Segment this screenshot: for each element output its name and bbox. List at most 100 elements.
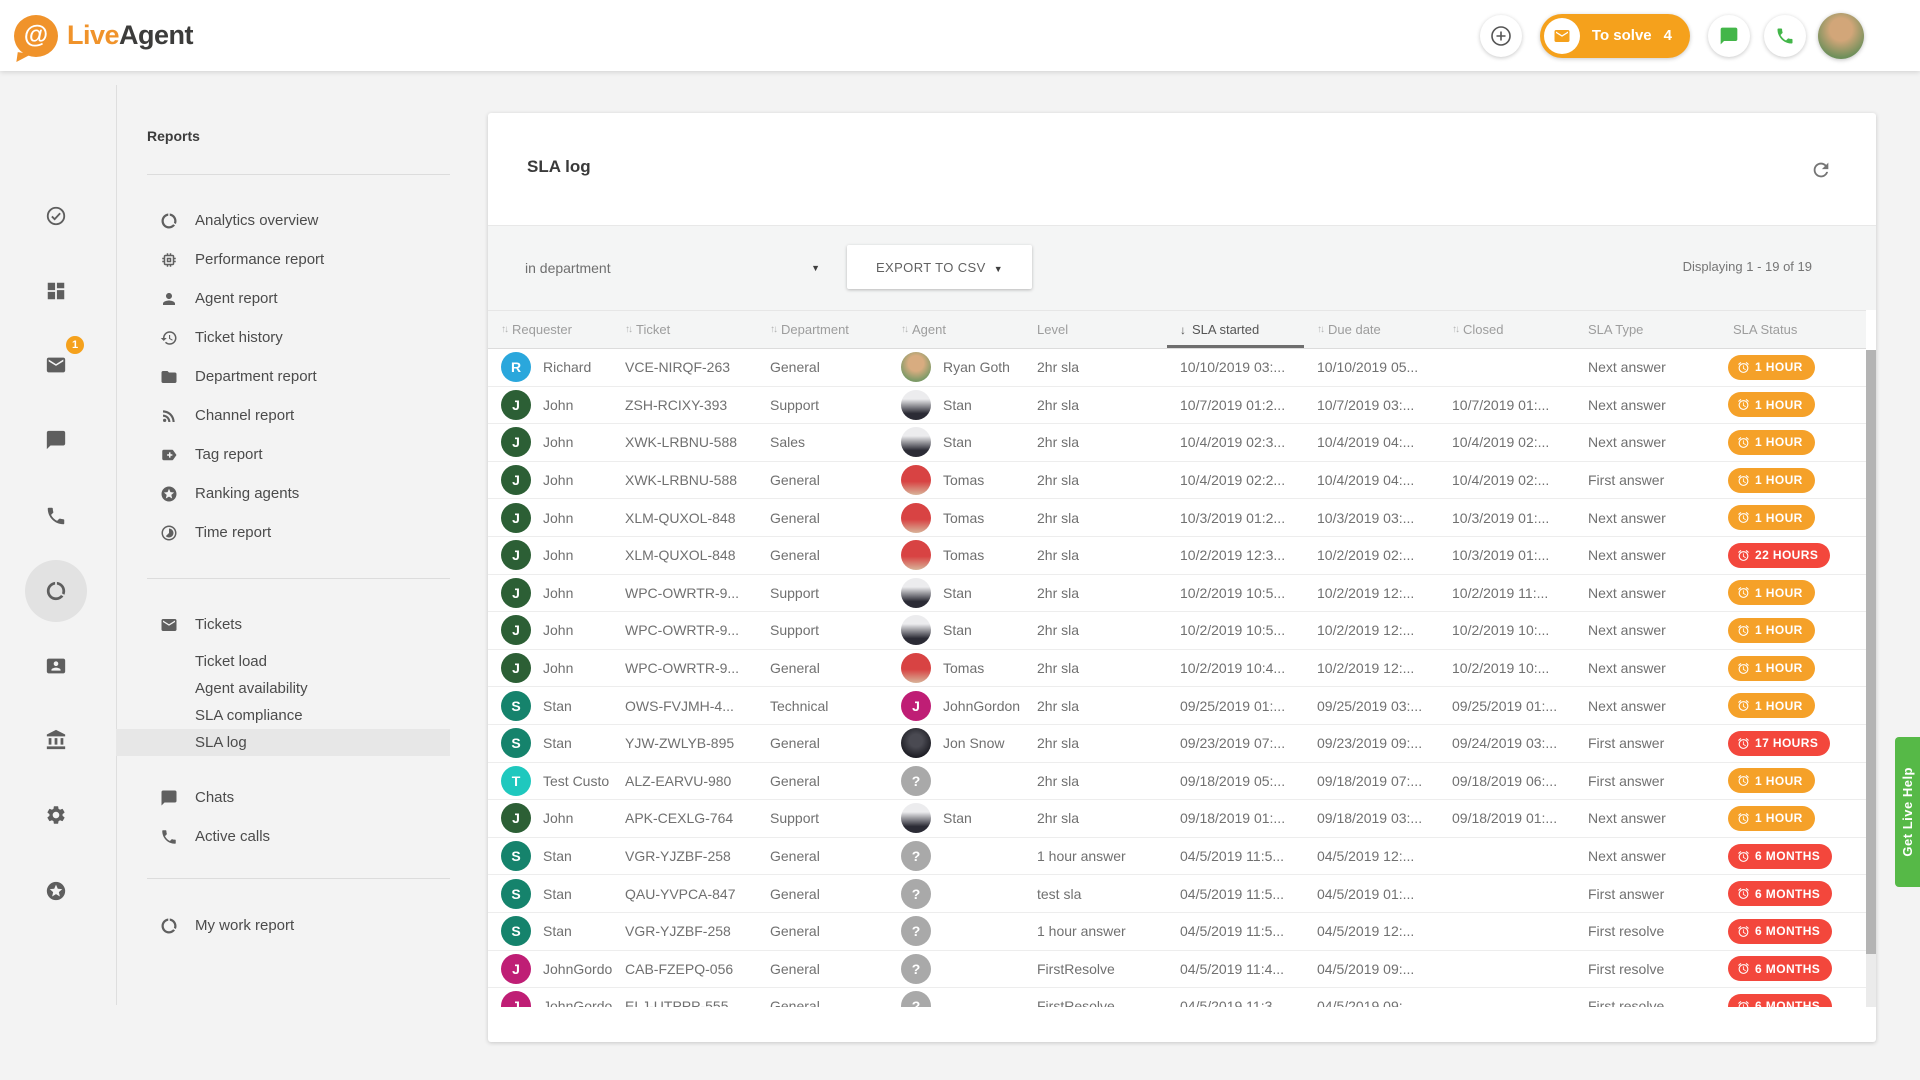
rail-item-tasks[interactable] — [35, 195, 77, 237]
cell-sla-type: Next answer — [1575, 537, 1720, 574]
table-row[interactable]: JJohnWPC-OWRTR-9...SupportStan2hr sla10/… — [488, 612, 1866, 650]
sidebar-item-ticket-history[interactable]: Ticket history — [116, 318, 450, 357]
sidebar-item-chats[interactable]: Chats — [116, 778, 450, 817]
agent-avatar — [901, 465, 931, 495]
column-header-agent[interactable]: ↑↓Agent — [888, 311, 1024, 348]
table-row[interactable]: JJohnGordoCAB-FZEPQ-056General?FirstReso… — [488, 951, 1866, 989]
cell-agent: Jon Snow — [888, 725, 1024, 762]
cell-sla-type: First answer — [1575, 763, 1720, 800]
cell-sla-started: 04/5/2019 11:5... — [1167, 913, 1304, 950]
agent-name: Jon Snow — [943, 735, 1004, 751]
sidebar-item-agent-report[interactable]: Agent report — [116, 279, 450, 318]
start-call-button[interactable] — [1764, 15, 1806, 57]
table-row[interactable]: SStanVGR-YJZBF-258General?1 hour answer0… — [488, 913, 1866, 951]
column-header-department[interactable]: ↑↓Department — [757, 311, 888, 348]
cell-agent: ? — [888, 875, 1024, 912]
table-row[interactable]: JJohnZSH-RCIXY-393SupportStan2hr sla10/7… — [488, 387, 1866, 425]
column-header-ticket[interactable]: ↑↓Ticket — [612, 311, 757, 348]
sidebar-item-label: Ranking agents — [195, 485, 299, 502]
sidebar-item-tickets[interactable]: Tickets — [116, 605, 450, 644]
rail-item-contacts[interactable] — [35, 645, 77, 687]
table-row[interactable]: JJohnXWK-LRBNU-588GeneralTomas2hr sla10/… — [488, 462, 1866, 500]
data-usage-icon — [45, 580, 67, 602]
cell-sla-status: 1 HOUR — [1720, 612, 1866, 649]
top-bar: @ LiveAgent To solve 4 — [0, 0, 1920, 71]
table-row[interactable]: JJohnXLM-QUXOL-848GeneralTomas2hr sla10/… — [488, 499, 1866, 537]
table-row[interactable]: JJohnXWK-LRBNU-588SalesStan2hr sla10/4/2… — [488, 424, 1866, 462]
table-row[interactable]: SStanYJW-ZWLYB-895GeneralJon Snow2hr sla… — [488, 725, 1866, 763]
column-header-sla-status: SLA Status — [1720, 311, 1866, 348]
sidebar-item-ranking-agents[interactable]: Ranking agents — [116, 474, 450, 513]
requester-avatar: J — [501, 390, 531, 420]
cell-sla-type: Next answer — [1575, 650, 1720, 687]
table-row[interactable]: TTest CustoALZ-EARVU-980General?2hr sla0… — [488, 763, 1866, 801]
cell-due-date: 09/18/2019 03:... — [1304, 800, 1439, 837]
cell-sla-status: 6 MONTHS — [1720, 913, 1866, 950]
cell-ticket: VGR-YJZBF-258 — [612, 838, 757, 875]
rail-item-reports[interactable] — [35, 570, 77, 612]
refresh-button[interactable] — [1810, 153, 1844, 187]
requester-name: Stan — [543, 886, 572, 902]
department-filter-select[interactable]: in department ▼ — [525, 252, 820, 284]
table-row[interactable]: SStanQAU-YVPCA-847General?test sla04/5/2… — [488, 875, 1866, 913]
agent-avatar: ? — [901, 766, 931, 796]
sidebar-item-department-report[interactable]: Department report — [116, 357, 450, 396]
rail-item-chats[interactable] — [35, 419, 77, 461]
table-row[interactable]: SStanOWS-FVJMH-4...TechnicalJJohnGordon2… — [488, 687, 1866, 725]
user-avatar[interactable] — [1818, 13, 1864, 59]
table-scrollbar[interactable] — [1866, 350, 1876, 1007]
sidebar-item-analytics-overview[interactable]: Analytics overview — [116, 201, 450, 240]
cell-sla-type: First resolve — [1575, 988, 1720, 1007]
app-logo[interactable]: @ LiveAgent — [14, 15, 193, 57]
export-to-csv-button[interactable]: EXPORT TO CSV▼ — [847, 245, 1032, 289]
column-header-due-date[interactable]: ↑↓Due date — [1304, 311, 1439, 348]
cell-sla-started: 04/5/2019 11:4... — [1167, 951, 1304, 988]
sidebar-item-tag-report[interactable]: Tag report — [116, 435, 450, 474]
rail-item-customers[interactable] — [35, 719, 77, 761]
add-new-button[interactable] — [1480, 15, 1522, 57]
alarm-clock-icon — [1737, 662, 1750, 675]
cell-sla-status: 1 HOUR — [1720, 763, 1866, 800]
column-header-sla-started[interactable]: ↓SLA started — [1167, 311, 1304, 348]
sidebar-subitem-sla-log[interactable]: SLA log — [116, 729, 450, 756]
table-row[interactable]: JJohnWPC-OWRTR-9...GeneralTomas2hr sla10… — [488, 650, 1866, 688]
sidebar-subitem-ticket-load[interactable]: Ticket load — [116, 648, 450, 675]
mail-icon — [160, 616, 178, 634]
cell-level: 2hr sla — [1024, 725, 1167, 762]
sidebar-item-time-report[interactable]: Time report — [116, 513, 450, 552]
to-solve-button[interactable]: To solve 4 — [1540, 14, 1690, 58]
table-row[interactable]: JJohnWPC-OWRTR-9...SupportStan2hr sla10/… — [488, 575, 1866, 613]
chevron-down-icon: ▼ — [811, 263, 820, 273]
get-live-help-tab[interactable]: Get Live Help — [1895, 737, 1920, 887]
scrollbar-thumb[interactable] — [1866, 350, 1876, 954]
sidebar-subitem-sla-compliance[interactable]: SLA compliance — [116, 702, 450, 729]
sidebar-item-my-work-report[interactable]: My work report — [116, 906, 450, 945]
table-row[interactable]: JJohnAPK-CEXLG-764SupportStan2hr sla09/1… — [488, 800, 1866, 838]
sidebar-item-performance-report[interactable]: Performance report — [116, 240, 450, 279]
table-row[interactable]: RRichardVCE-NIRQF-263GeneralRyan Goth2hr… — [488, 349, 1866, 387]
cell-ticket: WPC-OWRTR-9... — [612, 612, 757, 649]
sidebar-item-channel-report[interactable]: Channel report — [116, 396, 450, 435]
rail-item-gamification[interactable] — [35, 870, 77, 912]
sidebar-subitem-agent-availability[interactable]: Agent availability — [116, 675, 450, 702]
requester-name: JohnGordo — [543, 998, 612, 1007]
start-chat-button[interactable] — [1708, 15, 1750, 57]
requester-name: John — [543, 510, 573, 526]
cell-due-date: 10/2/2019 12:... — [1304, 575, 1439, 612]
cell-agent: Stan — [888, 612, 1024, 649]
table-row[interactable]: JJohnXLM-QUXOL-848GeneralTomas2hr sla10/… — [488, 537, 1866, 575]
column-header-closed[interactable]: ↑↓Closed — [1439, 311, 1575, 348]
table-row[interactable]: JJohnGordoELJ-UTPPP-555General?FirstReso… — [488, 988, 1866, 1007]
cell-closed — [1439, 951, 1575, 988]
agent-avatar: J — [901, 691, 931, 721]
cell-requester: JJohn — [488, 612, 612, 649]
rail-item-configuration[interactable] — [35, 794, 77, 836]
sidebar-item-active-calls[interactable]: Active calls — [116, 817, 450, 856]
cell-sla-status: 1 HOUR — [1720, 575, 1866, 612]
column-header-requester[interactable]: ↑↓Requester — [488, 311, 612, 348]
rail-item-calls[interactable] — [35, 495, 77, 537]
table-row[interactable]: SStanVGR-YJZBF-258General?1 hour answer0… — [488, 838, 1866, 876]
requester-name: Stan — [543, 698, 572, 714]
requester-name: John — [543, 660, 573, 676]
rail-item-dashboard[interactable] — [35, 270, 77, 312]
